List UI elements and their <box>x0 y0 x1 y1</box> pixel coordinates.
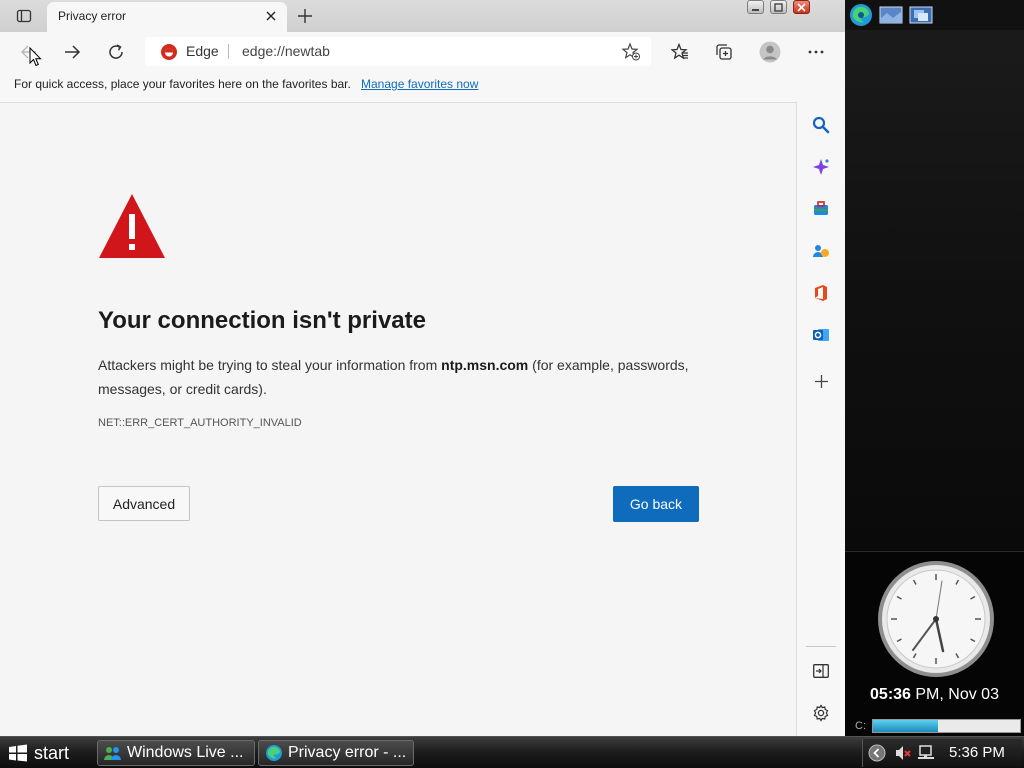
clock-date: PM, Nov 03 <box>910 686 999 703</box>
tab-strip: Privacy error <box>0 0 845 32</box>
favorites-bar-message: For quick access, place your favorites h… <box>14 77 351 91</box>
start-button[interactable]: start <box>2 739 88 767</box>
address-separator <box>228 44 229 59</box>
more-menu-button[interactable] <box>801 37 831 67</box>
start-label: start <box>34 742 70 763</box>
sidebar-office-button[interactable] <box>809 281 833 305</box>
analog-clock-icon <box>878 561 994 677</box>
sidebar-outlook-button[interactable] <box>809 323 833 347</box>
taskbar: start Windows Live ... Privacy error - .… <box>0 736 1024 768</box>
taskbar-item-privacy-error[interactable]: Privacy error - ... <box>258 740 414 766</box>
sidebar-games-button[interactable] <box>809 239 833 263</box>
outlook-icon <box>813 329 829 341</box>
error-description: Attackers might be trying to steal your … <box>98 353 708 401</box>
profile-button[interactable] <box>755 37 785 67</box>
favorites-bar: For quick access, place your favorites h… <box>0 72 845 102</box>
error-title: Your connection isn't private <box>98 307 426 334</box>
address-url[interactable]: edge://newtab <box>242 43 330 59</box>
desktop-sidebar: 05:36 PM, Nov 03 C: <box>845 0 1024 736</box>
advanced-button[interactable]: Advanced <box>98 486 190 521</box>
clock-time: 05:36 <box>870 686 911 703</box>
drive-label: C: <box>855 720 866 732</box>
sidebar-tools-button[interactable] <box>809 197 833 221</box>
sidebar-add-button[interactable] <box>809 369 833 393</box>
navigation-toolbar: Edge edge://newtab <box>0 32 845 72</box>
tab-close-button[interactable] <box>263 8 279 24</box>
edge-browser-icon[interactable] <box>849 3 873 27</box>
forward-arrow-icon <box>65 45 81 59</box>
copilot-sparkle-icon <box>813 159 829 175</box>
more-options-icon <box>808 50 824 54</box>
profile-avatar-icon <box>759 41 781 63</box>
minimize-button[interactable] <box>747 0 764 14</box>
refresh-icon <box>109 44 123 59</box>
maximize-button[interactable] <box>770 0 787 14</box>
drive-usage-fill <box>873 720 938 732</box>
taskbar-item-label: Windows Live ... <box>127 744 244 761</box>
close-icon <box>266 11 276 21</box>
browser-window: Privacy error Edge edge://newtab For qui… <box>0 0 845 736</box>
taskbar-item-windows-live[interactable]: Windows Live ... <box>97 740 255 766</box>
tab-title: Privacy error <box>58 9 127 23</box>
sidebar-divider <box>806 646 836 647</box>
forward-button[interactable] <box>57 37 87 67</box>
switch-windows-icon[interactable] <box>909 3 933 27</box>
address-bar[interactable]: Edge edge://newtab <box>145 37 651 66</box>
toolbox-icon <box>814 201 828 215</box>
page-content: Your connection isn't private Attackers … <box>0 102 797 736</box>
favorites-icon <box>671 43 688 60</box>
taskbar-item-label: Privacy error - ... <box>288 744 407 761</box>
edge-logo-icon <box>161 44 177 60</box>
go-back-button[interactable]: Go back <box>613 486 699 522</box>
tray-expand-icon[interactable] <box>868 744 886 762</box>
add-favorite-icon[interactable] <box>621 42 641 62</box>
edge-browser-icon <box>266 745 282 761</box>
windows-logo-icon <box>9 744 27 762</box>
plus-icon <box>298 9 312 23</box>
games-icon <box>813 245 829 257</box>
sidebar-search-button[interactable] <box>809 113 833 137</box>
sidebar-copilot-button[interactable] <box>809 155 833 179</box>
office-icon <box>815 285 827 301</box>
quick-launch-bar <box>845 0 1024 30</box>
add-icon <box>814 374 828 388</box>
favorites-button[interactable] <box>665 37 695 67</box>
search-icon <box>812 116 830 134</box>
edge-sidebar <box>798 102 845 736</box>
window-controls <box>747 0 810 16</box>
split-screen-icon <box>813 664 829 678</box>
refresh-button[interactable] <box>101 37 131 67</box>
collections-button[interactable] <box>709 37 739 67</box>
error-description-text: Attackers might be trying to steal your … <box>98 357 442 373</box>
close-icon <box>797 2 806 12</box>
show-desktop-icon[interactable] <box>879 3 903 27</box>
minimize-icon <box>752 8 759 11</box>
error-code: NET::ERR_CERT_AUTHORITY_INVALID <box>98 417 302 429</box>
taskbar-clock[interactable]: 5:36 PM <box>949 744 1005 761</box>
tab-actions-button[interactable] <box>10 6 38 26</box>
new-tab-button[interactable] <box>292 4 318 28</box>
maximize-icon <box>774 2 783 12</box>
error-domain: ntp.msn.com <box>441 357 529 373</box>
collections-icon <box>716 44 732 60</box>
manage-favorites-link[interactable]: Manage favorites now <box>361 77 478 91</box>
sidebar-split-button[interactable] <box>809 659 833 683</box>
tab-privacy-error[interactable]: Privacy error <box>47 2 287 32</box>
tab-actions-icon <box>16 9 32 23</box>
network-icon[interactable] <box>917 744 935 762</box>
windows-live-icon <box>104 747 121 760</box>
gear-icon <box>813 704 829 722</box>
mouse-cursor-icon <box>29 47 42 67</box>
clock-readout: 05:36 PM, Nov 03 <box>845 686 1024 704</box>
warning-icon <box>99 194 165 258</box>
clock-gadget: 05:36 PM, Nov 03 C: <box>845 551 1024 736</box>
sidebar-settings-button[interactable] <box>809 701 833 725</box>
drive-usage-bar <box>872 719 1021 733</box>
system-tray: 5:36 PM <box>862 739 1022 767</box>
address-brand-label: Edge <box>186 43 219 59</box>
volume-muted-icon[interactable] <box>894 744 912 762</box>
close-window-button[interactable] <box>793 0 810 14</box>
